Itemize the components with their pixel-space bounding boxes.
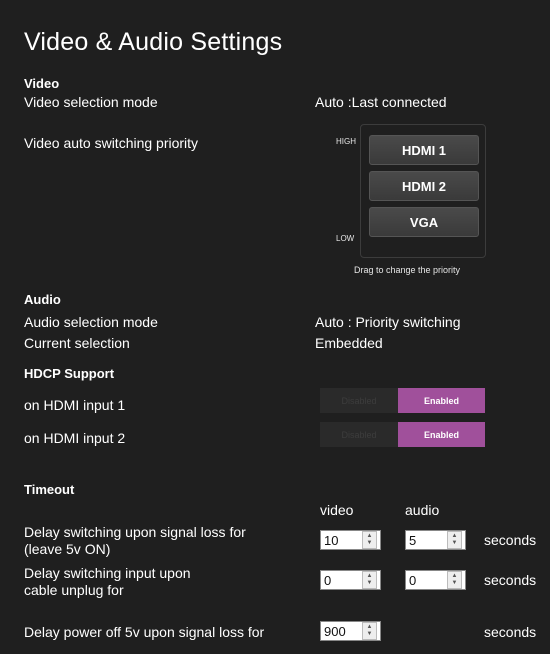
hdcp-input-2-label: on HDMI input 2 [24, 430, 126, 446]
timeout-row-2-label: Delay switching input upon cable unplug … [24, 565, 191, 599]
up-down-arrows-icon[interactable]: ▲ ▼ [447, 571, 462, 589]
timeout-row-1-label: Delay switching upon signal loss for (le… [24, 524, 246, 558]
audio-selection-mode-value: Auto : Priority switching [315, 314, 461, 330]
priority-item-hdmi-2[interactable]: HDMI 2 [369, 171, 479, 201]
timeout-row-2-video-input[interactable] [321, 572, 362, 588]
timeout-row-1-label-line1: Delay switching upon signal loss for [24, 524, 246, 540]
timeout-row-2-audio-input[interactable] [406, 572, 447, 588]
audio-current-selection-value: Embedded [315, 335, 383, 351]
hdcp-section-heading: HDCP Support [24, 366, 115, 381]
timeout-row-1-audio-input[interactable] [406, 532, 447, 548]
hdcp-input-1-label: on HDMI input 1 [24, 397, 126, 413]
timeout-row-2-label-line1: Delay switching input upon [24, 565, 191, 581]
audio-section-heading: Audio [24, 292, 61, 307]
priority-drag-hint: Drag to change the priority [354, 265, 461, 275]
timeout-row-2-unit: seconds [484, 572, 537, 588]
timeout-video-column-header: video [320, 502, 354, 518]
timeout-row-1-unit: seconds [484, 532, 537, 548]
up-down-arrows-icon[interactable]: ▲ ▼ [362, 622, 377, 640]
hdcp-input-1-disabled-option[interactable]: Disabled [320, 388, 398, 413]
priority-low-label: LOW [336, 234, 355, 243]
timeout-row-3-unit: seconds [484, 624, 537, 640]
page-title: Video & Audio Settings [24, 28, 283, 56]
up-down-arrows-icon[interactable]: ▲ ▼ [447, 531, 462, 549]
priority-item-vga[interactable]: VGA [369, 207, 479, 237]
hdcp-input-2-disabled-option[interactable]: Disabled [320, 422, 398, 447]
video-selection-mode-value: Auto :Last connected [315, 94, 447, 110]
timeout-row-2-label-line2: cable unplug for [24, 582, 124, 598]
timeout-section-heading: Timeout [24, 482, 75, 497]
priority-item-hdmi-1[interactable]: HDMI 1 [369, 135, 479, 165]
hdcp-input-2-enabled-option[interactable]: Enabled [398, 422, 485, 447]
timeout-audio-column-header: audio [405, 502, 440, 518]
hdcp-input-2-toggle[interactable]: Disabled Enabled [320, 422, 485, 447]
timeout-row-1-label-line2: (leave 5v ON) [24, 541, 111, 557]
video-selection-mode-label: Video selection mode [24, 94, 158, 110]
timeout-row-3-label: Delay power off 5v upon signal loss for [24, 624, 265, 640]
audio-current-selection-label: Current selection [24, 335, 130, 351]
priority-high-label: HIGH [336, 137, 356, 146]
timeout-row-3-video-input[interactable] [321, 623, 362, 639]
timeout-row-2-audio-stepper[interactable]: ▲▼ [405, 570, 466, 590]
timeout-row-1-video-stepper[interactable]: ▲▼ [320, 530, 381, 550]
up-down-arrows-icon[interactable]: ▲ ▼ [362, 571, 377, 589]
up-down-arrows-icon[interactable]: ▲ ▼ [362, 531, 377, 549]
hdcp-input-1-enabled-option[interactable]: Enabled [398, 388, 485, 413]
video-section-heading: Video [24, 76, 60, 91]
timeout-row-1-audio-stepper[interactable]: ▲▼ [405, 530, 466, 550]
hdcp-input-1-toggle[interactable]: Disabled Enabled [320, 388, 485, 413]
timeout-row-1-video-input[interactable] [321, 532, 362, 548]
timeout-row-2-video-stepper[interactable]: ▲▼ [320, 570, 381, 590]
timeout-row-3-video-stepper[interactable]: ▲▼ [320, 621, 381, 641]
video-priority-label: Video auto switching priority [24, 135, 199, 151]
video-priority-list: HDMI 1 HDMI 2 VGA [360, 124, 486, 258]
settings-panel: Video & Audio Settings Video Video selec… [8, 8, 548, 648]
audio-selection-mode-label: Audio selection mode [24, 314, 158, 330]
